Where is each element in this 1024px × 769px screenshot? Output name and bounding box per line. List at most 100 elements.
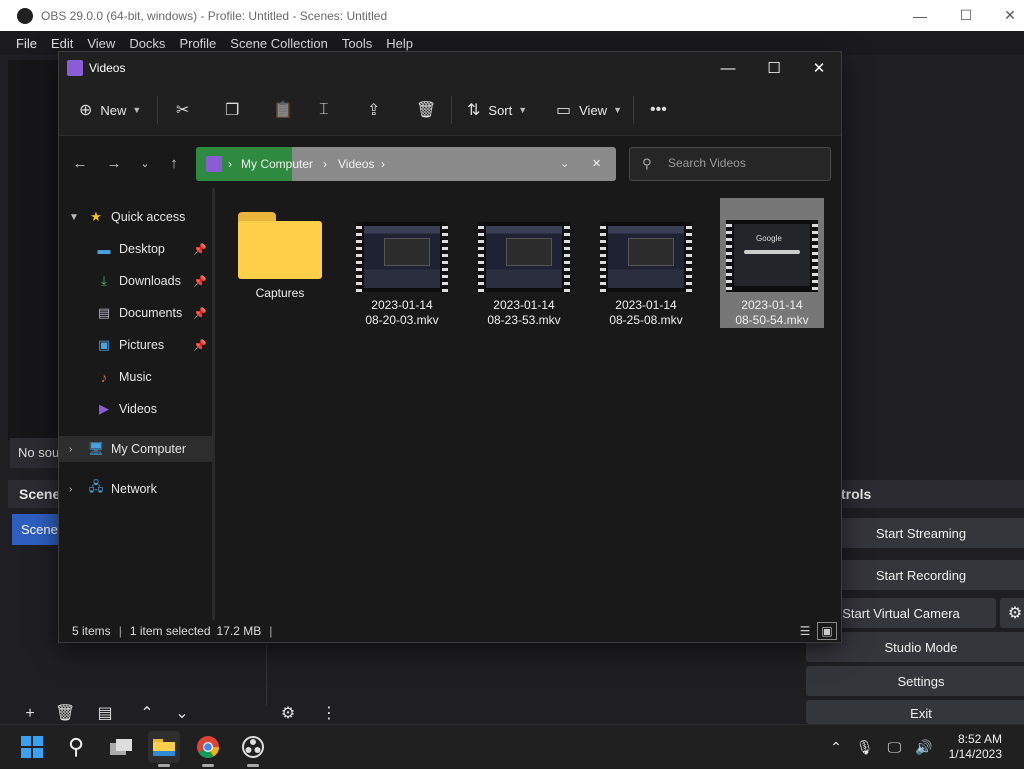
file-explorer-taskbar-icon[interactable] (148, 731, 180, 767)
menu-file[interactable]: File (16, 36, 37, 51)
nav-music[interactable]: ♪ Music (59, 364, 213, 390)
videos-folder-icon (67, 60, 83, 76)
settings-button[interactable]: Settings (806, 666, 1024, 696)
star-icon: ★ (90, 209, 102, 224)
exit-button[interactable]: Exit (806, 700, 1024, 724)
move-up-icon[interactable]: ⌃ (137, 704, 157, 724)
nav-videos[interactable]: ▶ Videos (59, 396, 213, 422)
paste-button[interactable]: 📋 (273, 98, 293, 122)
file-item-video[interactable]: 2023-01-14 08-23-53.mkv (472, 200, 576, 328)
more-options-button[interactable]: ••• (650, 98, 667, 122)
move-down-icon[interactable]: ⌄ (172, 704, 192, 724)
view-icon: ▭ (556, 102, 572, 119)
share-icon: ⇪ (367, 102, 381, 119)
nav-quick-access[interactable]: ▼ ★ Quick access (59, 204, 213, 230)
share-button[interactable]: ⇪ (367, 98, 380, 122)
search-icon[interactable]: ⚲ (60, 731, 92, 763)
forward-icon[interactable]: → (103, 152, 125, 174)
chevron-right-icon[interactable]: › (69, 444, 72, 455)
up-icon[interactable]: ↑ (163, 152, 185, 174)
pin-icon[interactable]: 📌 (193, 307, 207, 320)
nav-network[interactable]: › 🖧 Network (59, 476, 213, 502)
back-icon[interactable]: ← (69, 152, 91, 174)
windows-logo-icon (21, 736, 43, 758)
more-vertical-icon[interactable]: ⋮ (319, 704, 339, 724)
file-item-video[interactable]: 2023-01-14 08-25-08.mkv (594, 200, 698, 328)
delete-button[interactable]: 🗑 (416, 98, 436, 122)
menu-profile[interactable]: Profile (179, 36, 216, 51)
paste-icon: 📋 (273, 102, 293, 119)
pin-icon[interactable]: 📌 (193, 339, 207, 352)
start-button[interactable] (16, 731, 48, 763)
pin-icon[interactable]: 📌 (193, 275, 207, 288)
file-item-captures[interactable]: Captures (228, 200, 332, 328)
new-button[interactable]: ⊕ New ▼ (79, 98, 141, 122)
chevron-up-icon[interactable]: ⌃ (830, 739, 842, 756)
details-view-icon[interactable]: ☰ (795, 622, 815, 640)
address-row: ← → ⌄ ↑ › My Computer › Videos › ⌄ ✕ ⚲ (59, 136, 841, 188)
chevron-right-icon[interactable]: › (69, 484, 72, 495)
sort-button[interactable]: ⇅ Sort ▼ (467, 98, 527, 122)
filter-icon[interactable]: ▤ (95, 704, 115, 724)
chrome-icon[interactable] (192, 731, 224, 767)
clock[interactable]: 8:52 AM 1/14/2023 (949, 732, 1002, 762)
download-icon: ⤓ (101, 273, 107, 288)
menu-docks[interactable]: Docks (129, 36, 165, 51)
nav-downloads[interactable]: ⤓ Downloads 📌 (59, 268, 213, 294)
close-icon[interactable]: ✕ (796, 52, 842, 84)
nav-music-label: Music (119, 370, 152, 384)
breadcrumb-my-computer[interactable]: My Computer (241, 157, 313, 171)
file-item-video[interactable]: 2023-01-14 08-20-03.mkv (350, 200, 454, 328)
close-icon[interactable]: ✕ (988, 0, 1024, 31)
file-explorer-window: Videos — ☐ ✕ ⊕ New ▼ ✂ ❐ 📋 ⌶ ⇪ 🗑 ⇅ Sort … (58, 51, 842, 643)
maximize-icon[interactable]: ☐ (944, 0, 988, 31)
sources-dock (266, 645, 806, 705)
nav-my-computer[interactable]: › 🖥 My Computer (59, 436, 213, 462)
menu-view[interactable]: View (87, 36, 115, 51)
address-bar[interactable]: › My Computer › Videos › ⌄ ✕ (196, 147, 616, 181)
obs-taskbar-icon[interactable] (237, 731, 269, 767)
menu-help[interactable]: Help (386, 36, 413, 51)
large-icons-view-icon[interactable]: ▣ (817, 622, 837, 640)
address-dropdown-icon[interactable]: ⌄ (560, 157, 569, 170)
clear-address-icon[interactable]: ✕ (592, 157, 601, 170)
minimize-icon[interactable]: — (898, 0, 942, 31)
explorer-toolbar: ⊕ New ▼ ✂ ❐ 📋 ⌶ ⇪ 🗑 ⇅ Sort ▼ ▭ View ▼ ••… (59, 84, 841, 136)
chevron-down-icon[interactable]: ▼ (69, 212, 79, 223)
minimize-icon[interactable]: — (705, 52, 751, 84)
nav-downloads-label: Downloads (119, 274, 181, 288)
obs-window-title: OBS 29.0.0 (64-bit, windows) - Profile: … (41, 8, 388, 23)
nav-pictures[interactable]: ▣ Pictures 📌 (59, 332, 213, 358)
view-button[interactable]: ▭ View ▼ (556, 98, 622, 122)
network-icon[interactable]: 🖵 (888, 739, 902, 756)
cut-button[interactable]: ✂ (176, 98, 189, 122)
item-count: 5 items (72, 624, 111, 638)
gear-icon[interactable]: ⚙ (1000, 598, 1024, 628)
volume-icon[interactable]: 🔊 (915, 739, 932, 756)
menu-scene-collection[interactable]: Scene Collection (230, 36, 328, 51)
menu-edit[interactable]: Edit (51, 36, 73, 51)
search-box[interactable]: ⚲ (629, 147, 831, 181)
menu-tools[interactable]: Tools (342, 36, 372, 51)
trash-icon[interactable]: 🗑 (55, 704, 75, 724)
video-thumbnail: Google (726, 220, 818, 292)
breadcrumb-videos[interactable]: Videos (338, 157, 374, 171)
search-input[interactable] (668, 156, 818, 170)
gear-icon[interactable]: ⚙ (278, 704, 298, 724)
toolbar-divider (633, 96, 634, 124)
file-item-video-selected[interactable]: Google 2023-01-14 08-50-54.mkv (720, 198, 824, 328)
nav-documents[interactable]: ▤ Documents 📌 (59, 300, 213, 326)
pin-icon[interactable]: 📌 (193, 243, 207, 256)
task-view-icon[interactable] (105, 731, 137, 763)
recent-locations-icon[interactable]: ⌄ (134, 152, 156, 174)
taskbar: ⚲ ⌃ 🎙 🖵 🔊 8:52 AM 1/14/2023 (0, 724, 1024, 768)
video-thumbnail (356, 222, 448, 294)
copy-button[interactable]: ❐ (225, 98, 239, 122)
nav-desktop[interactable]: ▬ Desktop 📌 (59, 236, 213, 262)
toolbar-divider (157, 96, 158, 124)
add-icon[interactable]: + (20, 704, 40, 724)
breadcrumb-separator-icon: › (323, 157, 327, 171)
microphone-icon[interactable]: 🎙 (856, 739, 874, 756)
rename-button[interactable]: ⌶ (319, 98, 329, 122)
maximize-icon[interactable]: ☐ (751, 52, 797, 84)
